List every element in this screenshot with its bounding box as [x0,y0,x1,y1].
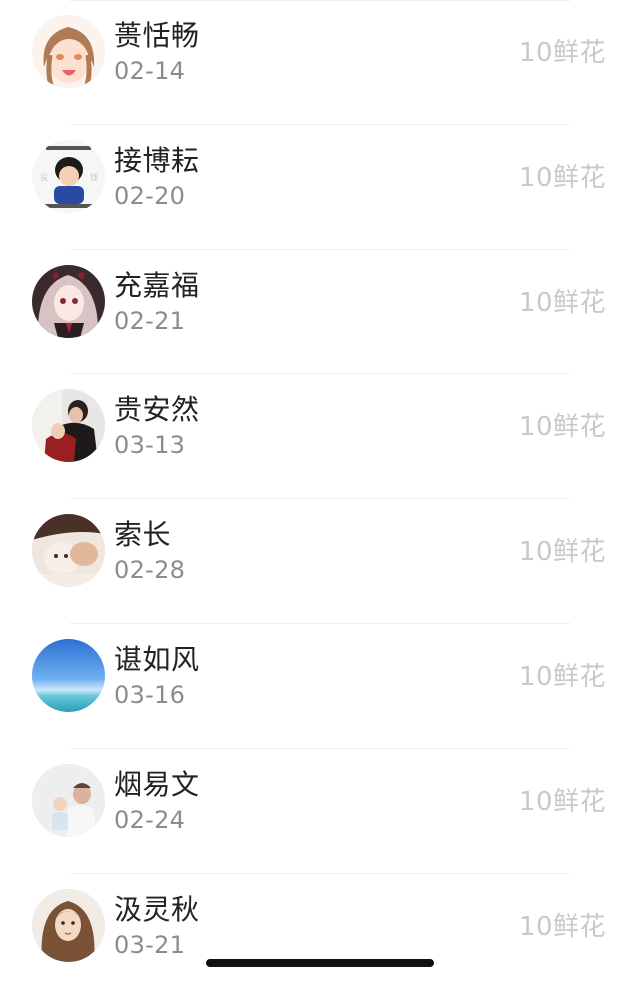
avatar[interactable] [32,389,105,463]
avatar[interactable] [32,888,105,962]
anime-twintail-avatar [32,264,105,338]
sea-sky-avatar [32,639,105,712]
flower-reward: 10鲜花 [518,911,606,942]
user-name: 汲灵秋 [114,892,200,926]
avatar[interactable] [32,264,105,338]
gift-date: 02-20 [114,181,186,210]
gift-date: 02-28 [114,556,186,585]
list-item[interactable]: 充嘉福 02-21 10鲜花 [0,250,640,375]
flower-reward: 10鲜花 [518,786,606,817]
flower-reward: 10鲜花 [518,412,606,443]
avatar[interactable] [32,514,105,588]
gift-date: 02-14 [114,57,186,85]
flower-reward: 10鲜花 [518,537,606,568]
user-name: 贵安然 [114,393,200,427]
flower-reward: 10鲜花 [518,38,606,68]
user-name: 蒉恬畅 [114,19,200,52]
list-item[interactable]: 谌如风 03-16 10鲜花 [0,624,640,749]
user-name: 索长 [114,518,172,552]
avatar[interactable] [32,763,105,837]
user-name: 烟易文 [114,767,200,801]
list-item[interactable]: 蒉恬畅 02-14 10鲜花 [0,0,640,125]
father-child-avatar [32,763,105,837]
gift-date: 03-21 [114,930,186,959]
anime-girl-avatar [32,15,105,88]
avatar[interactable]: 没 钱 [32,139,105,213]
list-item[interactable]: 贵安然 03-13 10鲜花 [0,374,640,500]
svg-text:钱: 钱 [90,172,98,182]
gift-date: 03-16 [114,681,186,709]
avatar[interactable] [32,639,105,712]
home-indicator[interactable] [206,959,434,967]
gift-date: 02-21 [114,306,186,335]
gift-record-list: 蒉恬畅 02-14 10鲜花 没 钱 接博耘 02-20 10鲜花 充嘉福 02… [0,0,640,980]
flower-reward: 10鲜花 [518,162,606,193]
list-item[interactable]: 烟易文 02-24 10鲜花 [0,749,640,874]
list-item[interactable]: 汲灵秋 03-21 10鲜花 [0,874,640,998]
gift-date: 02-24 [114,805,186,834]
woman-portrait-avatar [32,888,105,962]
list-item[interactable]: 索长 02-28 10鲜花 [0,499,640,624]
gift-date: 03-13 [114,431,186,460]
flower-reward: 10鲜花 [518,662,606,692]
couple-photo-avatar [32,389,105,463]
meme-boy-avatar: 没 钱 [32,139,105,213]
user-name: 接博耘 [114,143,200,177]
cat-photo-avatar [32,514,105,588]
user-name: 充嘉福 [114,268,200,302]
avatar[interactable] [32,15,105,88]
list-item[interactable]: 没 钱 接博耘 02-20 10鲜花 [0,125,640,250]
flower-reward: 10鲜花 [518,287,606,318]
user-name: 谌如风 [114,643,200,676]
svg-text:没: 没 [40,172,48,182]
